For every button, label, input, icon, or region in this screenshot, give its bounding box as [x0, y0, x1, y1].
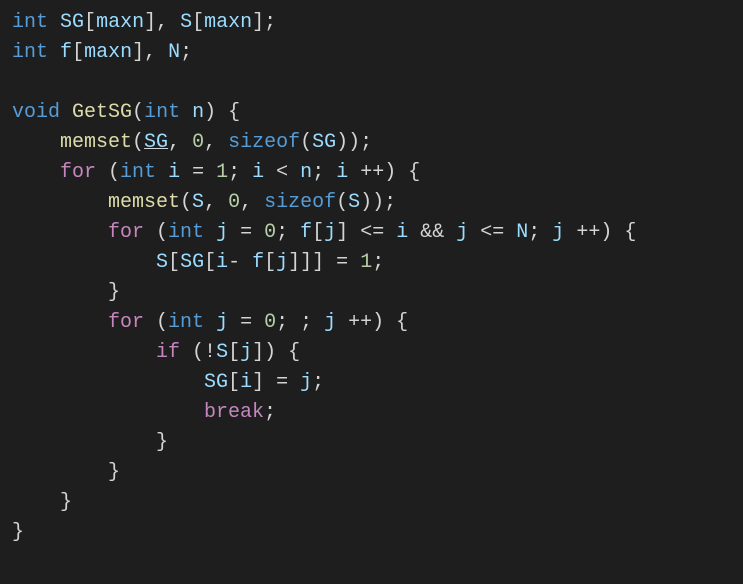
var-f: f — [252, 251, 264, 274]
literal-1: 1 — [360, 251, 372, 274]
keyword-void: void — [12, 101, 60, 124]
var-S: S — [156, 251, 168, 274]
keyword-int: int — [120, 161, 156, 184]
param-n: n — [192, 101, 204, 124]
var-SG: SG — [312, 131, 336, 154]
keyword-int: int — [12, 41, 48, 64]
var-S: S — [180, 11, 192, 34]
keyword-int: int — [168, 221, 204, 244]
var-SG: SG — [180, 251, 204, 274]
function-memset: memset — [60, 131, 132, 154]
var-maxn: maxn — [204, 11, 252, 34]
code-block: int SG[maxn], S[maxn]; int f[maxn], N; v… — [12, 8, 731, 548]
literal-0: 0 — [228, 191, 240, 214]
keyword-sizeof: sizeof — [228, 131, 300, 154]
var-i: i — [396, 221, 408, 244]
var-SG: SG — [204, 371, 228, 394]
var-i: i — [240, 371, 252, 394]
keyword-for: for — [108, 311, 144, 334]
var-f: f — [300, 221, 312, 244]
var-N: N — [168, 41, 180, 64]
var-S: S — [348, 191, 360, 214]
literal-0: 0 — [192, 131, 204, 154]
var-j: j — [456, 221, 468, 244]
var-i: i — [168, 161, 180, 184]
var-j: j — [216, 221, 228, 244]
var-SG: SG — [60, 11, 84, 34]
var-f: f — [60, 41, 72, 64]
keyword-int: int — [12, 11, 48, 34]
function-GetSG: GetSG — [72, 101, 132, 124]
keyword-int: int — [144, 101, 180, 124]
var-maxn: maxn — [84, 41, 132, 64]
literal-1: 1 — [216, 161, 228, 184]
var-N: N — [516, 221, 528, 244]
literal-0: 0 — [264, 221, 276, 244]
keyword-sizeof: sizeof — [264, 191, 336, 214]
var-j: j — [324, 221, 336, 244]
var-j: j — [276, 251, 288, 274]
var-n: n — [300, 161, 312, 184]
keyword-for: for — [108, 221, 144, 244]
var-i: i — [252, 161, 264, 184]
var-j: j — [216, 311, 228, 334]
var-SG: SG — [144, 131, 168, 154]
var-S: S — [192, 191, 204, 214]
var-j: j — [240, 341, 252, 364]
var-j: j — [300, 371, 312, 394]
var-maxn: maxn — [96, 11, 144, 34]
keyword-if: if — [156, 341, 180, 364]
keyword-break: break — [204, 401, 264, 424]
var-i: i — [336, 161, 348, 184]
function-memset: memset — [108, 191, 180, 214]
var-j: j — [324, 311, 336, 334]
keyword-for: for — [60, 161, 96, 184]
keyword-int: int — [168, 311, 204, 334]
var-S: S — [216, 341, 228, 364]
var-i: i — [216, 251, 228, 274]
literal-0: 0 — [264, 311, 276, 334]
var-j: j — [552, 221, 564, 244]
